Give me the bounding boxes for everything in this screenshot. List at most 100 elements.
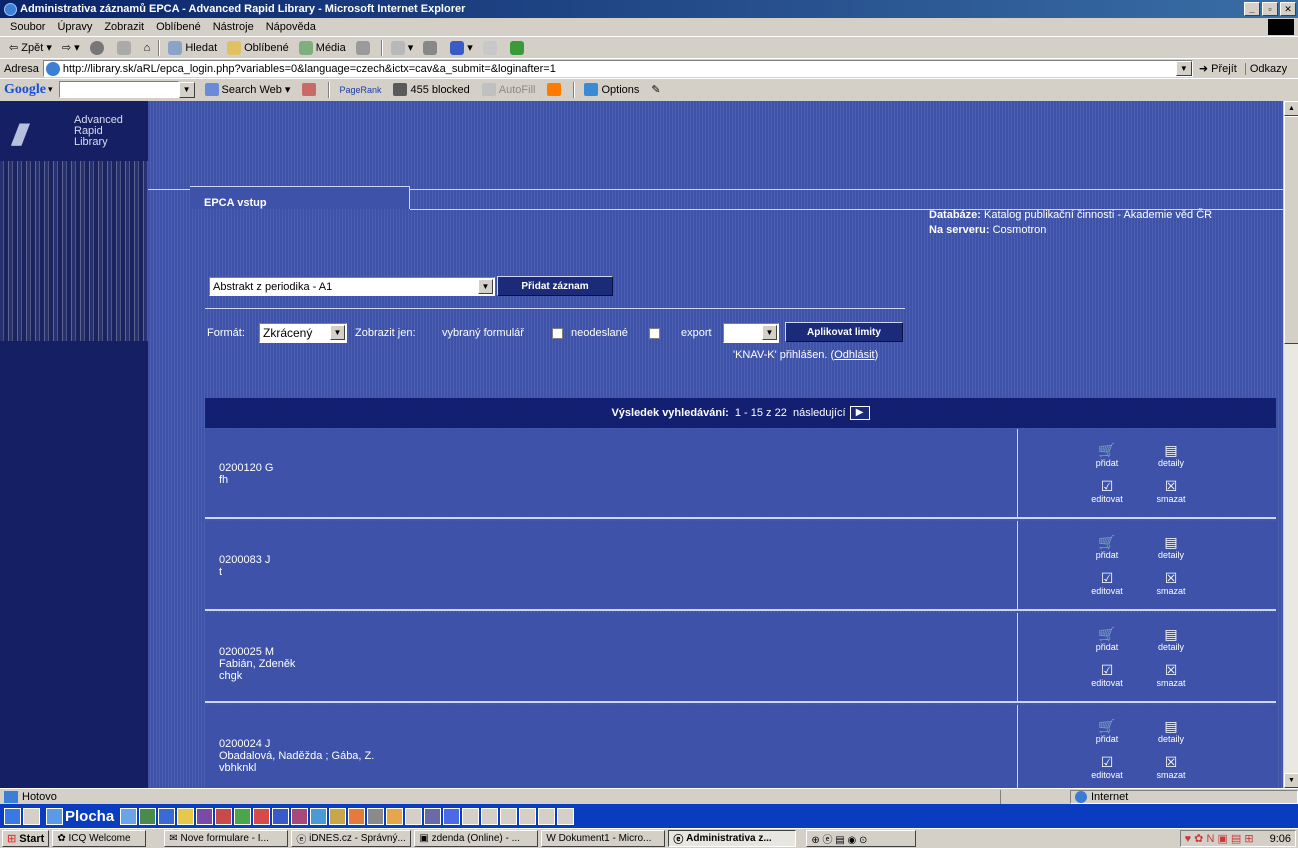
highlight-button[interactable]: ✎ — [645, 83, 666, 96]
google-menu-arrow-icon[interactable]: ▾ — [48, 84, 53, 95]
mail-button[interactable]: ▾ — [386, 40, 419, 55]
tray-icons[interactable]: ♥ ✿ N ▣ ▤ ⊞ — [1185, 832, 1254, 845]
home-button[interactable]: ⌂ — [139, 42, 156, 54]
record-id[interactable]: 0200120 G — [219, 462, 273, 474]
app-icon[interactable] — [405, 807, 423, 825]
word-icon[interactable] — [557, 807, 575, 825]
task-zdenda[interactable]: ▣ zdenda (Online) - ... — [414, 830, 539, 847]
app-icon[interactable] — [386, 807, 404, 825]
app-icon[interactable] — [177, 807, 195, 825]
next-arrow-icon[interactable]: ▶ — [849, 406, 870, 420]
app-icon[interactable] — [329, 807, 347, 825]
app-icon[interactable] — [310, 807, 328, 825]
add-to-cart-action[interactable]: 🛒 přidat — [1087, 719, 1127, 744]
media-button[interactable]: Média — [294, 40, 351, 55]
taskbar-quick-icons[interactable]: ⊕ ⓔ ▤ ◉ ⊙ — [806, 830, 917, 847]
messenger-button[interactable] — [505, 40, 532, 55]
favorites-button[interactable]: Oblíbené — [222, 40, 294, 55]
google-search-input[interactable] — [58, 81, 179, 98]
delete-action[interactable]: ☒ smazat — [1151, 571, 1191, 596]
app-icon[interactable] — [158, 807, 176, 825]
scroll-down-icon[interactable]: ▼ — [1284, 773, 1298, 788]
apply-limits-button[interactable]: Aplikovat limity — [785, 322, 903, 342]
quicklaunch-icon[interactable] — [4, 807, 21, 825]
app-icon[interactable] — [215, 807, 233, 825]
edit-action[interactable]: ☑ editovat — [1087, 571, 1127, 596]
unsent-checkbox[interactable] — [649, 328, 660, 339]
back-button[interactable]: ⇦ Zpět ▾ — [4, 41, 57, 55]
word-icon[interactable] — [519, 807, 537, 825]
details-action[interactable]: ▤ detaily — [1151, 627, 1191, 652]
maximize-button[interactable]: ▫ — [1262, 2, 1278, 16]
task-outlook[interactable]: ✉ Nove formulare - I... — [164, 830, 289, 847]
menu-help[interactable]: Nápověda — [260, 21, 322, 33]
show-desktop-icon[interactable] — [23, 807, 40, 825]
export-select[interactable]: ▼ — [723, 323, 779, 343]
format-select[interactable]: Zkrácený ▼ — [259, 323, 347, 343]
links-button[interactable]: Odkazy — [1244, 62, 1287, 75]
forward-button[interactable]: ⇨ ▾ — [57, 41, 85, 54]
go-button[interactable]: ➜ Přejít — [1199, 62, 1237, 76]
word-button[interactable]: ▾ — [445, 40, 478, 55]
minimize-button[interactable]: _ — [1244, 2, 1260, 16]
add-to-cart-action[interactable]: 🛒 přidat — [1087, 535, 1127, 560]
pagerank-indicator[interactable]: PageRank — [333, 85, 387, 95]
stop-button[interactable] — [85, 40, 112, 55]
edit-action[interactable]: ☑ editovat — [1087, 479, 1127, 504]
menu-file[interactable]: Soubor — [4, 21, 51, 33]
blogger-button[interactable] — [541, 83, 570, 96]
search-button[interactable]: Hledat — [163, 40, 222, 55]
tab-epca-login[interactable]: EPCA vstup — [190, 186, 410, 209]
scroll-thumb[interactable] — [1284, 116, 1298, 344]
app-icon[interactable] — [234, 807, 252, 825]
google-logo[interactable]: Google — [4, 82, 46, 98]
task-administrativa[interactable]: ⓔ Administrativa z... — [668, 830, 797, 847]
app-icon[interactable] — [196, 807, 214, 825]
vertical-scrollbar[interactable]: ▲ ▼ — [1283, 101, 1298, 788]
refresh-button[interactable] — [112, 40, 139, 55]
app-icon[interactable] — [348, 807, 366, 825]
add-to-cart-action[interactable]: 🛒 přidat — [1087, 443, 1127, 468]
menu-edit[interactable]: Úpravy — [51, 21, 98, 33]
history-button[interactable] — [351, 40, 378, 55]
record-id[interactable]: 0200083 J — [219, 554, 270, 566]
task-word[interactable]: W Dokument1 - Micro... — [541, 830, 666, 847]
next-page-link[interactable]: následující — [793, 407, 846, 419]
word-icon[interactable] — [500, 807, 518, 825]
app-icon[interactable] — [120, 807, 138, 825]
news-button[interactable] — [296, 83, 325, 96]
popup-blocker-button[interactable]: 455 blocked — [387, 83, 475, 96]
details-action[interactable]: ▤ detaily — [1151, 443, 1191, 468]
app-icon[interactable] — [291, 807, 309, 825]
menu-tools[interactable]: Nástroje — [207, 21, 260, 33]
search-web-button[interactable]: Search Web ▾ — [199, 83, 297, 96]
word-icon[interactable] — [272, 807, 290, 825]
autofill-button[interactable]: AutoFill — [476, 83, 542, 96]
document-icon[interactable] — [481, 807, 499, 825]
menu-view[interactable]: Zobrazit — [98, 21, 150, 33]
record-id[interactable]: 0200025 M — [219, 646, 295, 658]
details-action[interactable]: ▤ detaily — [1151, 535, 1191, 560]
details-action[interactable]: ▤ detaily — [1151, 719, 1191, 744]
delete-action[interactable]: ☒ smazat — [1151, 479, 1191, 504]
address-dropdown-icon[interactable]: ▼ — [1175, 61, 1192, 76]
document-icon[interactable] — [462, 807, 480, 825]
discuss-button[interactable] — [478, 40, 505, 55]
delete-action[interactable]: ☒ smazat — [1151, 755, 1191, 780]
options-button[interactable]: Options — [578, 83, 645, 96]
scroll-up-icon[interactable]: ▲ — [1284, 101, 1298, 116]
start-button[interactable]: ⊞ Start — [2, 830, 50, 847]
desktop-toolbar[interactable]: Plocha — [46, 807, 114, 825]
print-button[interactable] — [418, 40, 445, 55]
record-id[interactable]: 0200024 J — [219, 738, 374, 750]
task-idnes[interactable]: ⓔ iDNES.cz - Správný... — [291, 830, 412, 847]
add-to-cart-action[interactable]: 🛒 přidat — [1087, 627, 1127, 652]
delete-action[interactable]: ☒ smazat — [1151, 663, 1191, 688]
record-type-select[interactable]: Abstrakt z periodika - A1 ▼ — [209, 277, 495, 296]
edit-action[interactable]: ☑ editovat — [1087, 663, 1127, 688]
app-icon[interactable] — [253, 807, 271, 825]
app-icon[interactable] — [367, 807, 385, 825]
selected-form-checkbox[interactable] — [552, 328, 563, 339]
app-icon[interactable] — [139, 807, 157, 825]
google-search-dropdown-icon[interactable]: ▼ — [178, 81, 195, 98]
